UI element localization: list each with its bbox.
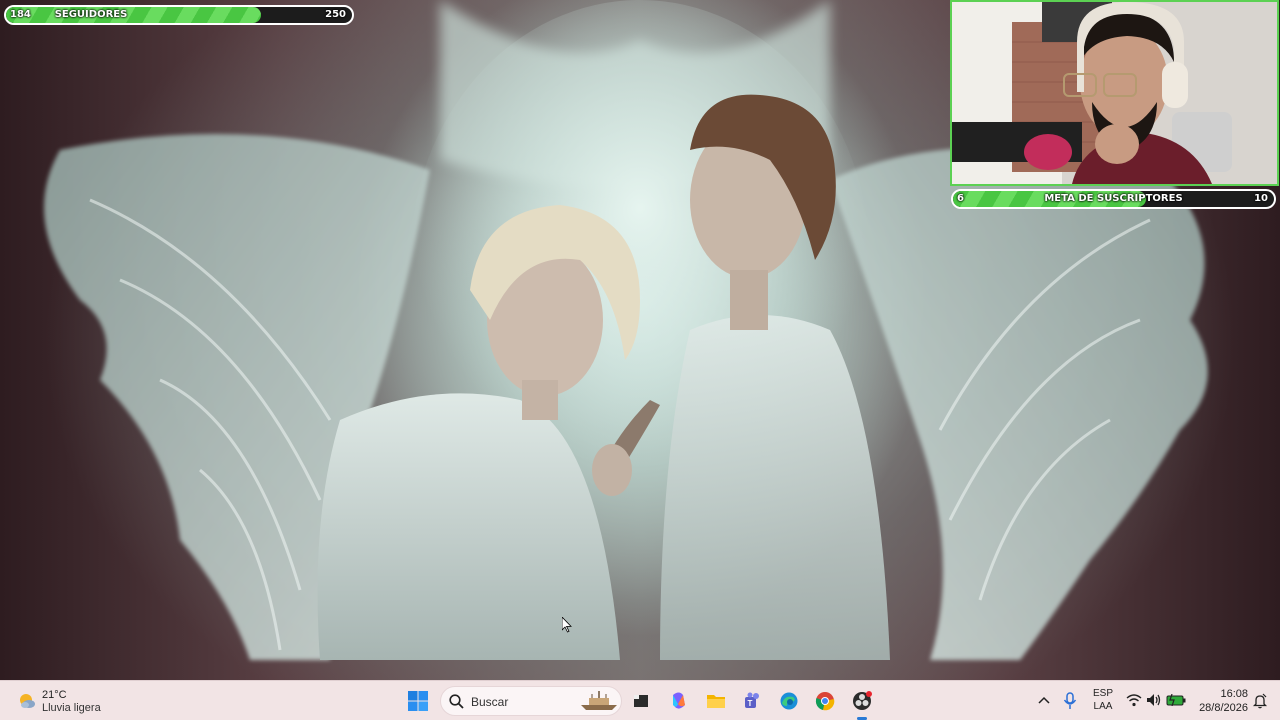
search-highlight-ship-icon [581, 691, 617, 710]
subscribers-target: 10 [1254, 193, 1268, 204]
microphone-icon[interactable] [1062, 692, 1078, 710]
taskbar-app-edge[interactable] [776, 688, 802, 714]
weather-condition: Lluvia ligera [42, 702, 101, 714]
notification-bell-icon[interactable] [1252, 693, 1268, 709]
taskbar-search-box[interactable]: Buscar [440, 686, 622, 716]
svg-text:T: T [748, 699, 753, 708]
streamer-webcam-image [952, 2, 1277, 184]
wifi-icon[interactable] [1126, 693, 1142, 707]
file-explorer-icon [707, 695, 725, 708]
battery-charging-icon[interactable] [1166, 694, 1186, 706]
webcam-feed [950, 0, 1279, 186]
language-code: ESP [1092, 688, 1113, 699]
windows-taskbar: 21°C Lluvia ligera Buscar T ESP LAA 16:0… [0, 680, 1280, 720]
obs-icon [853, 691, 872, 710]
system-clock[interactable]: 16:08 28/8/2026 [1194, 687, 1248, 715]
mouse-cursor-icon [562, 617, 572, 633]
weather-widget[interactable]: 21°C Lluvia ligera [14, 687, 124, 715]
start-windows-icon[interactable] [407, 690, 429, 712]
followers-goal-label: SEGUIDORES [54, 9, 128, 20]
followers-target: 250 [325, 9, 346, 20]
clock-time: 16:08 [1220, 688, 1248, 700]
clock-date: 28/8/2026 [1199, 702, 1248, 714]
language-indicator[interactable]: ESP LAA [1088, 687, 1118, 713]
taskbar-app-obs[interactable] [849, 688, 875, 720]
chrome-icon [815, 692, 835, 711]
teams-icon: T [745, 692, 759, 708]
edge-icon [780, 692, 798, 710]
volume-icon[interactable] [1146, 693, 1162, 707]
followers-goal-bar: 184 SEGUIDORES 250 [4, 5, 354, 25]
taskbar-app-explorer[interactable] [703, 688, 729, 714]
taskbar-app-copilot[interactable] [666, 688, 692, 714]
search-placeholder: Buscar [471, 695, 509, 709]
subscribers-goal-label: META DE SUSCRIPTORES [1044, 193, 1183, 204]
subscribers-goal-bar: 6 META DE SUSCRIPTORES 10 [951, 189, 1276, 209]
taskbar-app-teams[interactable]: T [739, 688, 765, 714]
weather-sun-cloud-icon [20, 694, 35, 708]
copilot-icon [673, 692, 685, 709]
search-icon [449, 694, 464, 709]
keyboard-layout: LAA [1093, 701, 1113, 712]
weather-temperature: 21°C [42, 689, 67, 701]
taskbar-app-chrome[interactable] [812, 688, 838, 714]
taskbar-app-files[interactable] [628, 688, 654, 714]
file-manager-icon [634, 695, 648, 707]
chevron-up-icon[interactable] [1036, 693, 1052, 709]
